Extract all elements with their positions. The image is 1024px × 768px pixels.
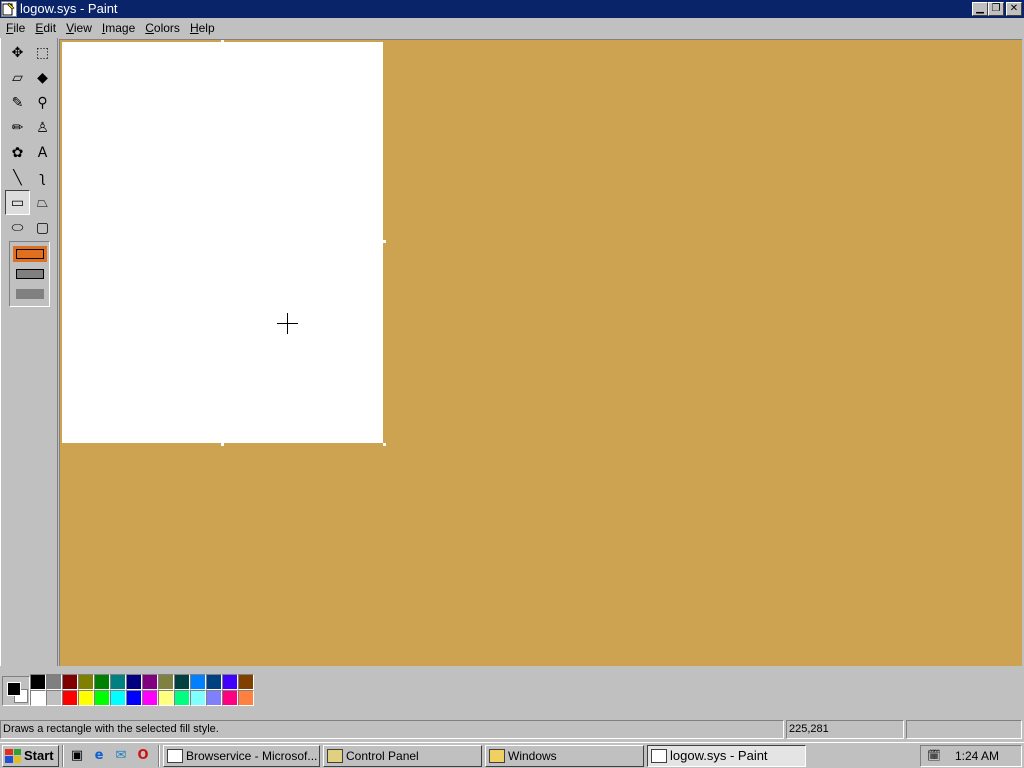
- palette-swatch[interactable]: [222, 674, 238, 690]
- palette-swatch[interactable]: [158, 674, 174, 690]
- palette-swatch[interactable]: [94, 690, 110, 706]
- ie-icon[interactable]: e: [89, 746, 109, 766]
- task-control-panel[interactable]: Control Panel: [323, 744, 482, 767]
- palette-swatch[interactable]: [206, 674, 222, 690]
- taskbar: Start ▣ e ✉ O Browservice - Microsof... …: [0, 742, 1024, 768]
- palette-swatch[interactable]: [110, 690, 126, 706]
- palette-swatch[interactable]: [30, 690, 46, 706]
- text-icon[interactable]: A: [30, 140, 55, 165]
- minimize-icon[interactable]: ▁: [972, 2, 988, 16]
- palette-swatch[interactable]: [158, 690, 174, 706]
- task-windows-folder[interactable]: Windows: [485, 744, 644, 767]
- task-paint[interactable]: logow.sys - Paint: [647, 744, 806, 767]
- rounded-rect-icon[interactable]: ▢: [30, 215, 55, 240]
- curve-icon[interactable]: ʅ: [30, 165, 55, 190]
- show-desktop-icon[interactable]: ▣: [67, 746, 87, 766]
- fill-style-outline-fill[interactable]: [13, 266, 47, 282]
- restore-icon[interactable]: ❐: [988, 2, 1004, 16]
- pencil-icon[interactable]: ✏: [5, 115, 30, 140]
- window-title: logow.sys - Paint: [20, 1, 118, 16]
- airbrush-icon[interactable]: ✿: [5, 140, 30, 165]
- status-bar: Draws a rectangle with the selected fill…: [0, 720, 1024, 740]
- palette-swatch[interactable]: [62, 690, 78, 706]
- start-button[interactable]: Start: [2, 744, 59, 767]
- task-label: Windows: [508, 748, 557, 763]
- palette-swatch[interactable]: [62, 674, 78, 690]
- palette-swatch[interactable]: [174, 690, 190, 706]
- menu-bar: File Edit View Image Colors Help: [0, 18, 1024, 38]
- palette-swatch[interactable]: [46, 690, 62, 706]
- palette-swatch[interactable]: [126, 690, 142, 706]
- menu-image[interactable]: Image: [97, 21, 140, 35]
- eraser-icon[interactable]: ▱: [5, 65, 30, 90]
- palette-swatch[interactable]: [46, 674, 62, 690]
- fill-style-options: [9, 241, 50, 307]
- brush-icon[interactable]: ♙: [30, 115, 55, 140]
- palette-swatch[interactable]: [190, 674, 206, 690]
- menu-view[interactable]: View: [61, 21, 97, 35]
- start-label: Start: [24, 748, 54, 763]
- title-bar[interactable]: logow.sys - Paint ▁ ❐ ✕: [0, 0, 1024, 18]
- palette-swatch[interactable]: [190, 690, 206, 706]
- status-size: [906, 720, 1022, 739]
- paint-icon: [651, 748, 667, 763]
- scheduler-icon[interactable]: 🗓: [927, 749, 943, 763]
- clock[interactable]: 1:24 AM: [955, 749, 999, 763]
- outlook-icon[interactable]: ✉: [111, 746, 131, 766]
- task-label: logow.sys - Paint: [670, 748, 768, 763]
- palette-swatch[interactable]: [142, 690, 158, 706]
- paint-window: logow.sys - Paint ▁ ❐ ✕ File Edit View I…: [0, 0, 1024, 768]
- fill-bucket-icon[interactable]: ◆: [30, 65, 55, 90]
- task-browservice[interactable]: Browservice - Microsof...: [163, 744, 320, 767]
- control-panel-icon: [327, 748, 343, 763]
- opera-icon[interactable]: O: [133, 746, 153, 766]
- free-form-select-icon[interactable]: ✥: [5, 40, 30, 65]
- status-help-text: Draws a rectangle with the selected fill…: [0, 720, 784, 739]
- color-palette: [0, 666, 1024, 716]
- folder-icon: [489, 748, 505, 763]
- ie-page-icon: [167, 748, 183, 763]
- palette-swatch[interactable]: [30, 674, 46, 690]
- paint-app-icon[interactable]: [1, 1, 17, 17]
- drawing-canvas[interactable]: [62, 42, 383, 443]
- current-colors[interactable]: [2, 676, 30, 706]
- polygon-icon[interactable]: ⏢: [30, 190, 55, 215]
- palette-swatch[interactable]: [110, 674, 126, 690]
- rectangle-icon[interactable]: ▭: [5, 190, 30, 215]
- line-icon[interactable]: ╲: [5, 165, 30, 190]
- palette-swatch[interactable]: [174, 674, 190, 690]
- tool-box: ✥ ⬚ ▱ ◆ ✎ ⚲ ✏ ♙ ✿ A ╲ ʅ ▭ ⏢ ⬭ ▢: [0, 38, 58, 666]
- color-picker-icon[interactable]: ✎: [5, 90, 30, 115]
- crosshair-cursor-icon: [277, 313, 298, 334]
- palette-swatch[interactable]: [142, 674, 158, 690]
- menu-help[interactable]: Help: [185, 21, 220, 35]
- windows-flag-icon: [5, 748, 21, 763]
- status-coordinates: 225,281: [786, 720, 904, 739]
- menu-edit[interactable]: Edit: [30, 21, 61, 35]
- menu-file[interactable]: File: [1, 21, 30, 35]
- system-tray: 🗓 1:24 AM: [920, 745, 1022, 767]
- menu-colors[interactable]: Colors: [140, 21, 185, 35]
- close-icon[interactable]: ✕: [1006, 2, 1022, 16]
- palette-swatch[interactable]: [78, 690, 94, 706]
- palette-swatch[interactable]: [238, 674, 254, 690]
- palette-swatch[interactable]: [78, 674, 94, 690]
- palette-swatch[interactable]: [206, 690, 222, 706]
- magnifier-icon[interactable]: ⚲: [30, 90, 55, 115]
- palette-swatch[interactable]: [222, 690, 238, 706]
- fill-style-fill[interactable]: [13, 286, 47, 302]
- fill-style-outline[interactable]: [12, 246, 47, 262]
- ellipse-icon[interactable]: ⬭: [5, 215, 30, 240]
- rect-select-icon[interactable]: ⬚: [30, 40, 55, 65]
- palette-swatch[interactable]: [126, 674, 142, 690]
- palette-swatch[interactable]: [94, 674, 110, 690]
- foreground-color[interactable]: [7, 682, 21, 696]
- palette-swatch[interactable]: [238, 690, 254, 706]
- task-label: Browservice - Microsof...: [186, 748, 318, 763]
- task-label: Control Panel: [346, 748, 419, 763]
